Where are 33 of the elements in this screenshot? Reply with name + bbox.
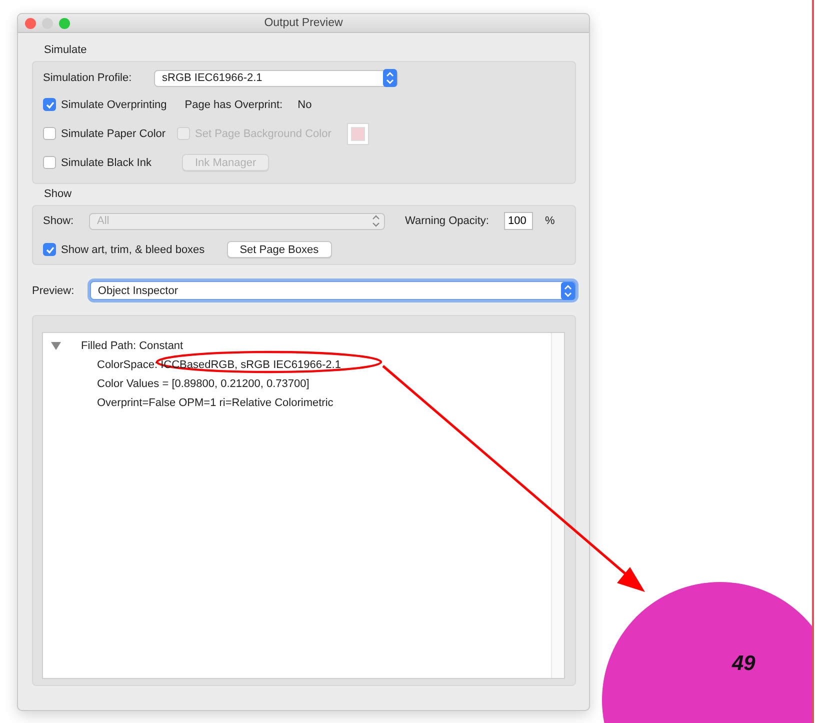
stepper-icon [561,282,575,300]
paper-color-checkbox[interactable]: Simulate Paper Color [43,127,177,140]
disclosure-triangle-icon[interactable] [51,342,61,350]
field-label: Simulation Profile: [43,72,133,84]
close-button[interactable] [25,18,36,28]
window-title: Output Preview [264,17,343,29]
profile-dropdown[interactable]: sRGB IEC61966-2.1 [154,70,398,86]
set-page-boxes-button[interactable]: Set Page Boxes [226,241,332,258]
field-value: No [298,98,312,110]
minimize-button[interactable] [42,18,53,28]
field-label: Preview: [32,284,76,296]
checkmark-icon [44,100,54,110]
opacity-field[interactable]: 100 [504,212,533,230]
field-label: Show: [43,215,75,227]
percent-label: % [544,215,555,227]
stepper-icon [371,214,381,228]
overprint-checkbox[interactable]: Simulate Overprinting [43,98,167,111]
section-heading: Simulate [44,44,88,57]
tree-item[interactable]: Overprint=False OPM=1 ri=Relative Colorimetric [97,396,334,408]
tree-item[interactable]: Color Values = [0.89800, 0.21200, 0.73700] [97,378,310,390]
color-swatch[interactable] [347,122,370,144]
field-label: Page has Overprint: [184,98,283,110]
stepper-icon [383,69,397,87]
page-number: 49 [732,652,756,676]
tree-item[interactable]: ColorSpace: ICCBasedRGB, sRGB IEC61966-2.1 [97,358,341,370]
bleed-boxes-checkbox[interactable]: Show art, trim, & bleed boxes [43,243,205,256]
checkmark-icon [44,244,54,254]
section-heading: Show [44,188,73,201]
simulate-ink-checkbox[interactable]: Simulate Black Ink [43,156,177,169]
zoom-button[interactable] [59,18,70,28]
tree-item[interactable]: Filled Path: Constant [81,340,184,352]
field-label: Warning Opacity: [405,215,489,227]
preview-dropdown[interactable]: Object Inspector [90,281,576,300]
